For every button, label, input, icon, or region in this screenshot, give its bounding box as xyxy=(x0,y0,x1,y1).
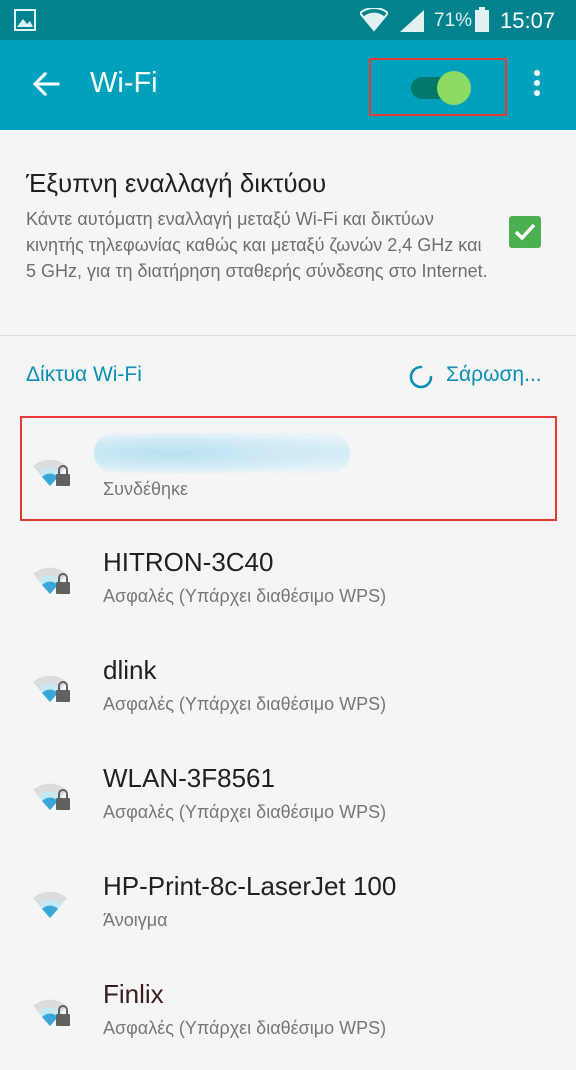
network-status: Συνδέθηκε xyxy=(103,479,189,499)
wifi-toggle-highlight xyxy=(369,58,507,116)
network-name: Finlix xyxy=(103,979,164,1009)
network-item[interactable]: HITRON-3C40 Ασφαλές (Υπάρχει διαθέσιμο W… xyxy=(0,530,576,638)
smart-switch-title: Έξυπνη εναλλαγή δικτύου xyxy=(26,168,327,198)
wifi-open-icon xyxy=(33,891,67,918)
status-bar: 71% 15:07 xyxy=(0,0,576,40)
check-icon xyxy=(514,223,536,241)
network-status: Ασφαλές (Υπάρχει διαθέσιμο WPS) xyxy=(103,1018,387,1038)
network-item[interactable]: dlink Ασφαλές (Υπάρχει διαθέσιμο WPS) xyxy=(0,638,576,746)
wifi-secured-icon xyxy=(33,675,70,702)
wifi-secured-icon xyxy=(33,999,70,1026)
smart-switch-checkbox[interactable] xyxy=(509,216,541,248)
battery-percentage: 71% xyxy=(434,10,473,31)
network-status: Ασφαλές (Υπάρχει διαθέσιμο WPS) xyxy=(103,802,387,822)
page-title: Wi-Fi xyxy=(90,67,158,99)
refresh-spinner-icon xyxy=(409,365,433,389)
smart-switch-description: Κάντε αυτόματη εναλλαγή μεταξύ Wi-Fi και… xyxy=(26,209,488,281)
wifi-toggle-thumb[interactable] xyxy=(437,71,471,105)
network-status: Ασφαλές (Υπάρχει διαθέσιμο WPS) xyxy=(103,694,387,714)
network-name: WLAN-3F8561 xyxy=(103,763,275,793)
wifi-secured-icon xyxy=(33,459,70,486)
wifi-secured-icon xyxy=(33,567,70,594)
network-name: dlink xyxy=(103,655,157,685)
network-item[interactable]: WLAN-3F8561 Ασφαλές (Υπάρχει διαθέσιμο W… xyxy=(0,746,576,854)
battery-icon xyxy=(475,7,489,32)
back-arrow-icon[interactable] xyxy=(30,68,62,100)
clock: 15:07 xyxy=(500,8,556,33)
network-name: HP-Print-8c-LaserJet 100 xyxy=(103,871,397,901)
network-status: Ασφαλές (Υπάρχει διαθέσιμο WPS) xyxy=(103,586,387,606)
scan-label: Σάρωση... xyxy=(446,363,542,386)
network-item[interactable]: Finlix Ασφαλές (Υπάρχει διαθέσιμο WPS) xyxy=(0,962,576,1070)
wifi-secured-icon xyxy=(33,783,70,810)
wifi-networks-header: Δίκτυα Wi-Fi xyxy=(26,363,142,386)
wifi-status-icon xyxy=(360,8,388,32)
signal-strength-icon xyxy=(400,10,424,32)
more-options-icon[interactable] xyxy=(530,70,544,100)
network-name: HITRON-3C40 xyxy=(103,547,274,577)
network-item-connected[interactable]: Συνδέθηκε xyxy=(0,416,576,524)
app-bar: Wi-Fi xyxy=(0,40,576,130)
gallery-notification-icon xyxy=(14,9,36,31)
network-item[interactable]: HP-Print-8c-LaserJet 100 Άνοιγμα xyxy=(0,854,576,962)
network-status: Άνοιγμα xyxy=(103,910,168,930)
smart-network-switch[interactable]: Έξυπνη εναλλαγή δικτύου Κάντε αυτόματη ε… xyxy=(0,130,576,336)
